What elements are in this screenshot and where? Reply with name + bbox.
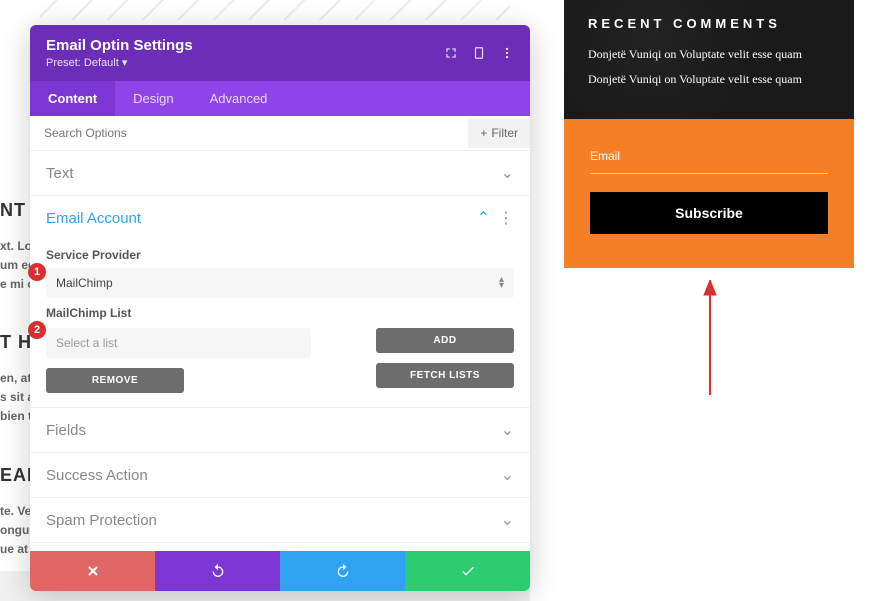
search-row: +Filter xyxy=(30,116,530,151)
service-provider-label: Service Provider xyxy=(46,248,514,262)
expand-icon[interactable] xyxy=(444,46,458,60)
email-optin-preview: Email Subscribe xyxy=(564,119,854,268)
chevron-down-icon: ⌄ xyxy=(501,510,514,530)
select-arrows-icon: ▴▾ xyxy=(499,277,504,289)
comment-line[interactable]: Donjetë Vuniqi on Voluptate velit esse q… xyxy=(588,47,830,62)
tab-advanced[interactable]: Advanced xyxy=(192,81,286,116)
preview-panel: RECENT COMMENTS Donjetë Vuniqi on Volupt… xyxy=(564,0,854,268)
tab-design[interactable]: Design xyxy=(115,81,191,116)
bg-text: en, at p xyxy=(0,369,30,388)
section-fields[interactable]: Fields ⌄ xyxy=(30,408,530,452)
section-spam-protection[interactable]: Spam Protection ⌄ xyxy=(30,498,530,542)
recent-comments-title: RECENT COMMENTS xyxy=(588,16,830,31)
search-input[interactable] xyxy=(30,116,468,150)
more-icon[interactable]: ⋮ xyxy=(498,208,514,228)
mailchimp-list-label: MailChimp List xyxy=(46,306,514,320)
bg-text: s sit a xyxy=(0,388,30,407)
email-input[interactable]: Email xyxy=(590,149,828,174)
section-title: Success Action xyxy=(46,467,501,484)
bg-text: e mi c xyxy=(0,275,30,294)
settings-modal: Email Optin Settings Preset: Default ▾ C… xyxy=(30,25,530,591)
undo-button[interactable] xyxy=(155,551,280,591)
subscribe-button[interactable]: Subscribe xyxy=(590,192,828,234)
section-title: Text xyxy=(46,165,501,182)
section-link[interactable]: Link ⌄ xyxy=(30,543,530,551)
chevron-up-icon: ⌃ xyxy=(477,208,490,228)
modal-footer xyxy=(30,551,530,591)
close-button[interactable] xyxy=(30,551,155,591)
remove-button[interactable]: REMOVE xyxy=(46,368,184,393)
tab-bar: Content Design Advanced xyxy=(30,81,530,116)
section-success-action[interactable]: Success Action ⌄ xyxy=(30,453,530,497)
bg-text: bien t xyxy=(0,407,30,426)
bg-text: xt. Lor xyxy=(0,237,30,256)
section-email-account[interactable]: Email Account ⌃ ⋮ xyxy=(30,196,530,240)
modal-title: Email Optin Settings xyxy=(46,37,193,54)
bg-pattern xyxy=(40,0,510,20)
annotation-marker-2: 2 xyxy=(28,321,46,339)
comment-line[interactable]: Donjetë Vuniqi on Voluptate velit esse q… xyxy=(588,72,830,87)
annotation-arrow xyxy=(700,280,720,405)
modal-header[interactable]: Email Optin Settings Preset: Default ▾ xyxy=(30,25,530,81)
bg-text: ue at ti xyxy=(0,540,30,559)
section-title: Spam Protection xyxy=(46,512,501,529)
add-button[interactable]: ADD xyxy=(376,328,514,353)
bg-text: te. Vel xyxy=(0,502,30,521)
bg-text: ongue xyxy=(0,521,30,540)
more-icon[interactable] xyxy=(500,46,514,60)
list-select[interactable]: Select a list xyxy=(46,328,311,358)
service-provider-select[interactable]: MailChimp ▴▾ xyxy=(46,268,514,298)
section-text[interactable]: Text ⌄ xyxy=(30,151,530,195)
preset-dropdown[interactable]: Preset: Default ▾ xyxy=(46,56,193,69)
modal-body[interactable]: Text ⌄ Email Account ⌃ ⋮ Service Provide… xyxy=(30,151,530,551)
tab-content[interactable]: Content xyxy=(30,81,115,116)
filter-button[interactable]: +Filter xyxy=(468,118,530,148)
recent-comments-block: RECENT COMMENTS Donjetë Vuniqi on Volupt… xyxy=(564,0,854,119)
fetch-lists-button[interactable]: FETCH LISTS xyxy=(376,363,514,388)
annotation-marker-1: 1 xyxy=(28,263,46,281)
email-account-body: Service Provider MailChimp ▴▾ MailChimp … xyxy=(30,248,530,407)
redo-button[interactable] xyxy=(280,551,405,591)
tablet-icon[interactable] xyxy=(472,46,486,60)
section-title: Fields xyxy=(46,422,501,439)
chevron-down-icon: ⌄ xyxy=(501,420,514,440)
bg-text: um eg xyxy=(0,256,30,275)
chevron-down-icon: ⌄ xyxy=(501,163,514,183)
section-title: Email Account xyxy=(46,210,477,227)
save-button[interactable] xyxy=(405,551,530,591)
bg-heading: NT xyxy=(0,200,26,221)
select-value: MailChimp xyxy=(56,276,113,290)
chevron-down-icon: ⌄ xyxy=(501,465,514,485)
